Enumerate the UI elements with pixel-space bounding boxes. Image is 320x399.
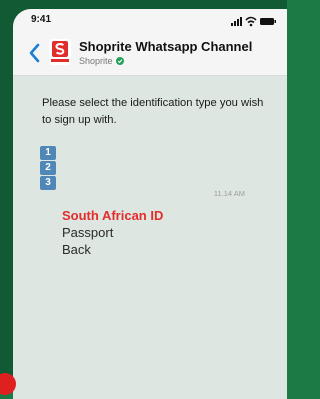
phone-screen: 9:41 Shoprite Whatsapp Channel Shoprite … <box>13 9 287 399</box>
shoprite-logo-icon <box>51 41 69 62</box>
keycap-3: 3 <box>40 176 56 190</box>
chat-title: Shoprite Whatsapp Channel <box>79 39 253 54</box>
option-passport[interactable]: Passport <box>62 224 163 241</box>
keycap-1: 1 <box>40 146 56 160</box>
message-prompt: Please select the identification type yo… <box>42 97 264 126</box>
option-back[interactable]: Back <box>62 241 163 258</box>
status-bar: 9:41 <box>13 9 287 31</box>
shoprite-logo[interactable] <box>49 39 71 65</box>
subtitle-label: Shoprite <box>79 56 113 66</box>
battery-icon <box>260 18 276 25</box>
chat-header: Shoprite Whatsapp Channel Shoprite <box>13 31 287 76</box>
wifi-icon <box>245 16 257 27</box>
status-time: 9:41 <box>31 14 52 25</box>
keycap-2: 2 <box>40 161 56 175</box>
signal-icon <box>231 17 242 26</box>
back-arrow-icon[interactable] <box>27 42 41 64</box>
verified-badge-icon <box>115 57 124 65</box>
option-south-african-id[interactable]: South African ID <box>62 207 163 224</box>
option-list: South African ID Passport Back <box>62 207 163 258</box>
keycap-list: 1 2 3 <box>40 146 56 191</box>
chat-subtitle: Shoprite <box>79 56 124 66</box>
status-icons <box>231 16 276 27</box>
message-timestamp: 11.14 AM <box>213 189 245 198</box>
